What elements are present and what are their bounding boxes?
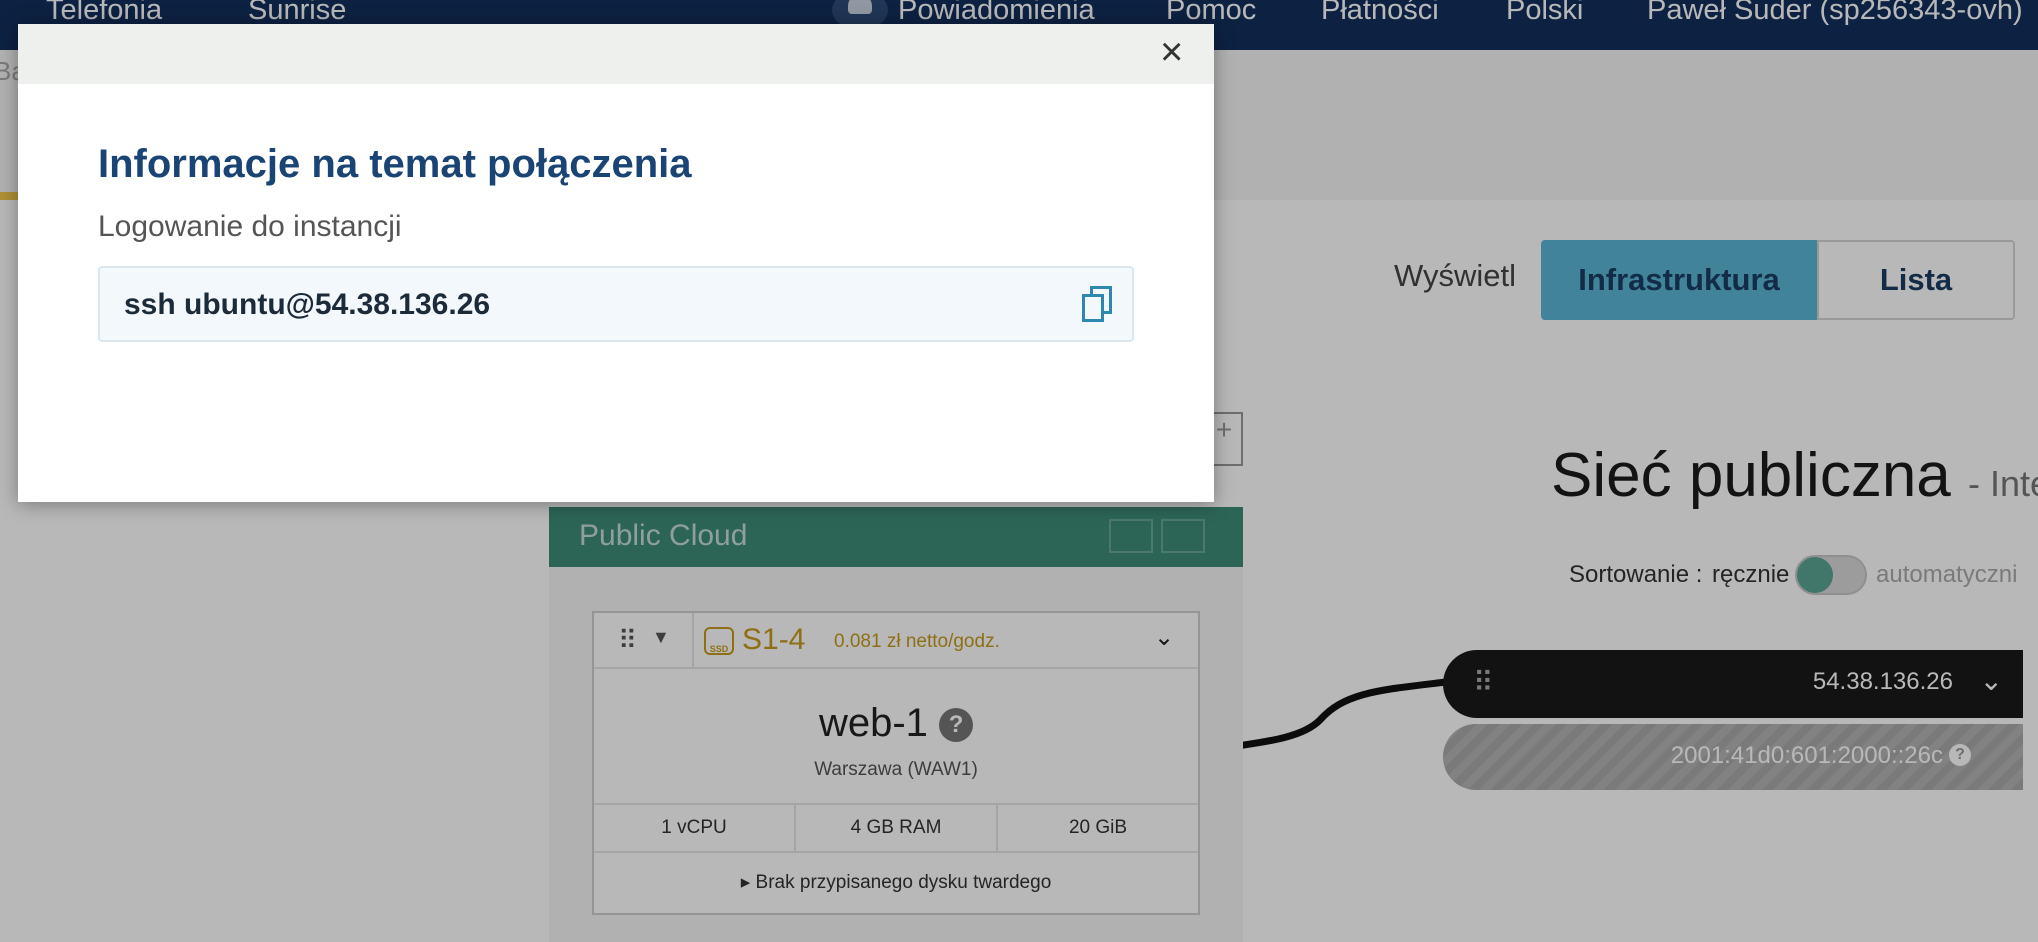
modal-subtitle: Logowanie do instancji [98,210,402,243]
connection-info-modal: × Informacje na temat połączenia Logowan… [18,24,1214,502]
modal-title: Informacje na temat połączenia [98,142,692,186]
modal-header: × [18,24,1214,84]
copy-icon[interactable] [1082,286,1112,322]
ssh-command[interactable]: ssh ubuntu@54.38.136.26 [124,288,490,322]
ssh-command-box[interactable]: ssh ubuntu@54.38.136.26 [98,266,1134,342]
close-icon[interactable]: × [1160,32,1183,72]
